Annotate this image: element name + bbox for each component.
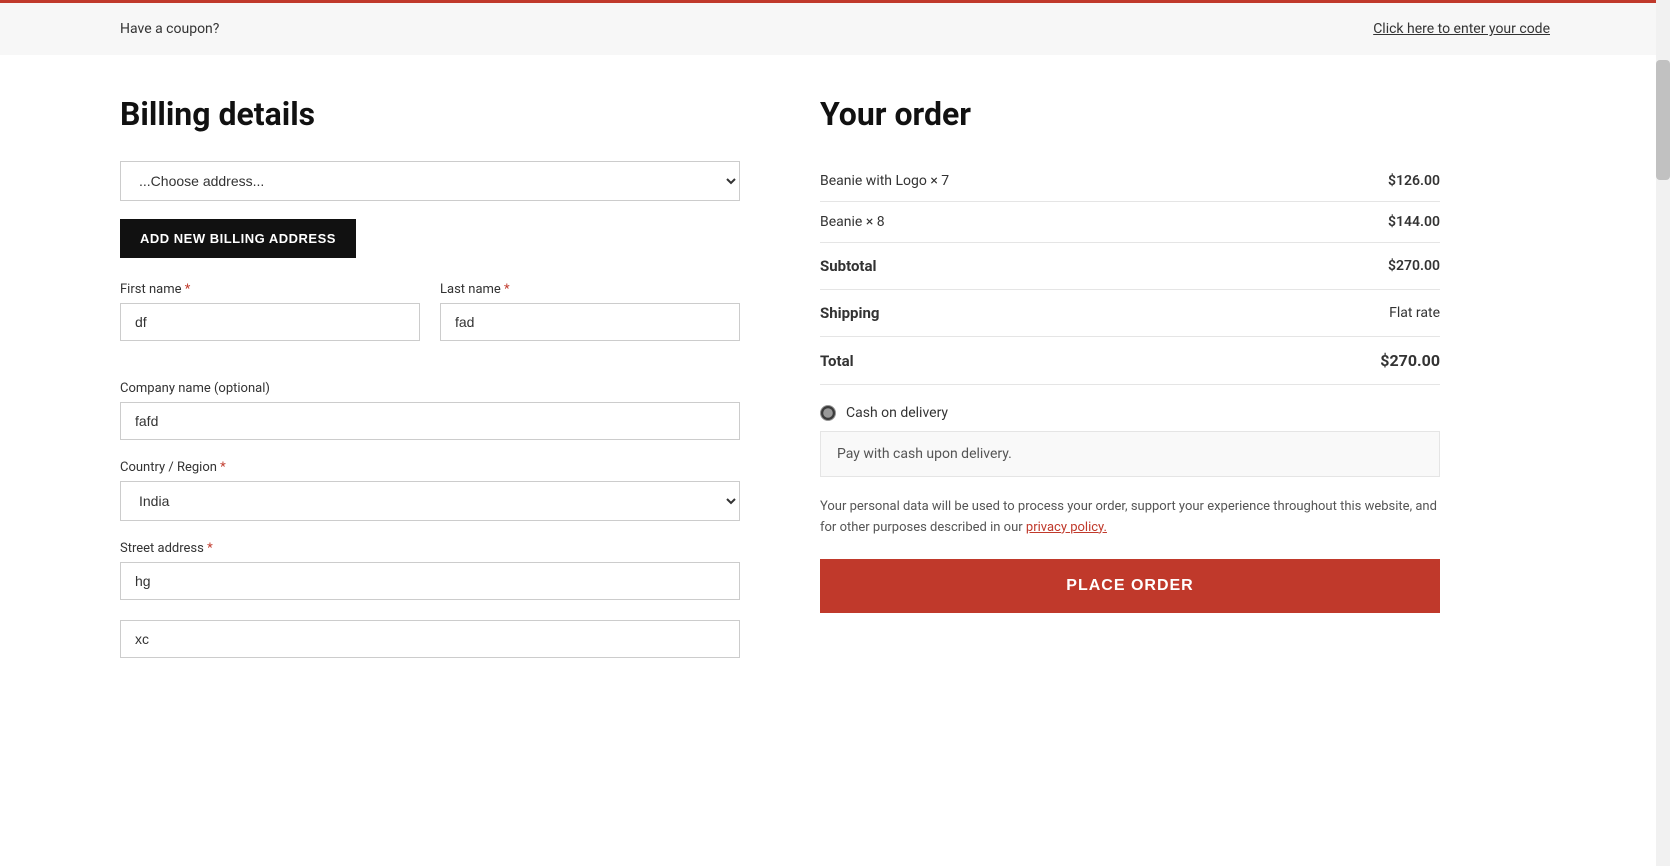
privacy-text: Your personal data will be used to proce… — [820, 497, 1440, 539]
company-name-label: Company name (optional) — [120, 381, 740, 396]
order-item-1: Beanie with Logo × 7 $126.00 — [820, 161, 1440, 202]
total-value: $270.00 — [1244, 337, 1440, 385]
order-item-1-name: Beanie with Logo × 7 — [820, 161, 1244, 202]
scrollbar-thumb — [1656, 60, 1670, 180]
address-select-wrap: ...Choose address... — [120, 161, 740, 201]
order-item-2-price: $144.00 — [1244, 202, 1440, 243]
total-row: Total $270.00 — [820, 337, 1440, 385]
last-name-label: Last name * — [440, 282, 740, 297]
billing-section: Billing details ...Choose address... ADD… — [120, 95, 740, 678]
order-item-2-name: Beanie × 8 — [820, 202, 1244, 243]
main-content: Billing details ...Choose address... ADD… — [0, 95, 1670, 738]
first-name-label: First name * — [120, 282, 420, 297]
country-group: Country / Region * India United States U… — [120, 460, 740, 521]
street-address-2-input[interactable] — [120, 620, 740, 658]
country-label: Country / Region * — [120, 460, 740, 475]
payment-option-label[interactable]: Cash on delivery — [846, 405, 948, 421]
shipping-label: Shipping — [820, 290, 1244, 337]
last-name-required: * — [504, 282, 510, 297]
subtotal-label: Subtotal — [820, 243, 1244, 290]
shipping-row: Shipping Flat rate — [820, 290, 1440, 337]
payment-method: Cash on delivery Pay with cash upon deli… — [820, 405, 1440, 477]
coupon-bar: Have a coupon? Click here to enter your … — [0, 0, 1670, 55]
payment-option-cod: Cash on delivery — [820, 405, 1440, 421]
privacy-policy-link[interactable]: privacy policy. — [1026, 520, 1107, 535]
coupon-question: Have a coupon? — [120, 21, 219, 37]
country-required: * — [220, 460, 226, 475]
scrollbar[interactable] — [1656, 0, 1670, 866]
coupon-link[interactable]: Click here to enter your code — [1373, 21, 1550, 37]
order-heading: Your order — [820, 95, 1440, 133]
order-section: Your order Beanie with Logo × 7 $126.00 … — [820, 95, 1440, 613]
billing-heading: Billing details — [120, 95, 740, 133]
address-select[interactable]: ...Choose address... — [120, 161, 740, 201]
street-address-input[interactable] — [120, 562, 740, 600]
company-name-input[interactable] — [120, 402, 740, 440]
street-address-group: Street address * — [120, 541, 740, 600]
order-table: Beanie with Logo × 7 $126.00 Beanie × 8 … — [820, 161, 1440, 385]
street-address-label: Street address * — [120, 541, 740, 556]
last-name-group: Last name * — [440, 282, 740, 341]
street-address-required: * — [207, 541, 213, 556]
name-row: First name * Last name * — [120, 282, 740, 361]
order-item-2: Beanie × 8 $144.00 — [820, 202, 1440, 243]
company-name-group: Company name (optional) — [120, 381, 740, 440]
first-name-input[interactable] — [120, 303, 420, 341]
country-select[interactable]: India United States United Kingdom Austr… — [120, 481, 740, 521]
street-address-2-group — [120, 620, 740, 658]
subtotal-value: $270.00 — [1244, 243, 1440, 290]
first-name-required: * — [185, 282, 191, 297]
payment-description: Pay with cash upon delivery. — [820, 431, 1440, 477]
subtotal-row: Subtotal $270.00 — [820, 243, 1440, 290]
payment-radio-cod[interactable] — [820, 405, 836, 421]
last-name-input[interactable] — [440, 303, 740, 341]
add-new-billing-address-button[interactable]: ADD NEW BILLING ADDRESS — [120, 219, 356, 258]
total-label: Total — [820, 337, 1244, 385]
place-order-button[interactable]: PLACE ORDER — [820, 559, 1440, 613]
order-item-1-price: $126.00 — [1244, 161, 1440, 202]
shipping-value: Flat rate — [1244, 290, 1440, 337]
first-name-group: First name * — [120, 282, 420, 341]
